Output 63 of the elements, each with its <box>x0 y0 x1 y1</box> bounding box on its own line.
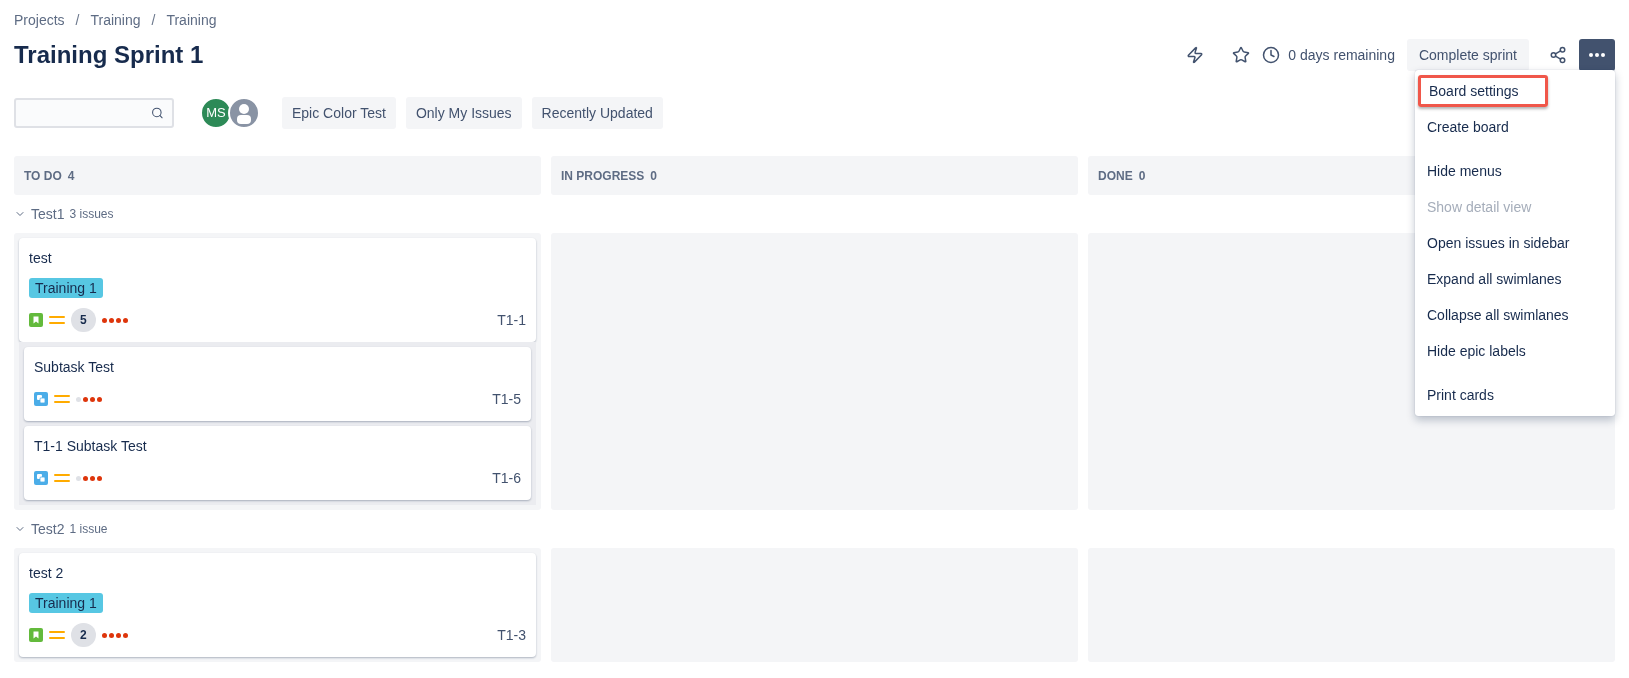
issue-card[interactable]: Subtask Test T1-5 <box>24 347 531 421</box>
priority-medium-icon <box>54 394 70 404</box>
story-icon <box>29 628 43 642</box>
subtask-icon <box>34 392 48 406</box>
breadcrumb-link[interactable]: Projects <box>14 10 65 31</box>
column-name: IN PROGRESS <box>561 167 645 185</box>
menu-item[interactable]: Hide menus <box>1419 155 1611 187</box>
remaining-time: 0 days remaining <box>1288 45 1395 65</box>
share-icon[interactable] <box>1549 46 1567 64</box>
card-title: test 2 <box>29 564 65 583</box>
quick-filter-button[interactable]: Recently Updated <box>531 97 663 129</box>
menu-item[interactable]: Print cards <box>1419 379 1611 411</box>
issue-key[interactable]: T1-5 <box>492 388 521 410</box>
star-icon[interactable] <box>1232 46 1251 64</box>
priority-medium-icon <box>49 315 65 325</box>
more-button[interactable] <box>1579 39 1615 71</box>
menu-item[interactable]: Create board <box>1419 111 1611 143</box>
menu-item[interactable]: Expand all swimlanes <box>1419 263 1611 295</box>
menu-item[interactable]: Collapse all swimlanes <box>1419 299 1611 331</box>
page-title: Training Sprint 1 <box>14 40 204 70</box>
swimlane-count: 1 issue <box>69 521 108 538</box>
issue-card[interactable]: T1-1 Subtask Test T1-6 <box>24 426 531 500</box>
issue-card[interactable]: test 2 Training 1 2 T1-3 <box>19 553 536 657</box>
estimate-badge: 5 <box>71 308 96 332</box>
breadcrumb-separator: / <box>74 11 81 30</box>
menu-item[interactable]: Hide epic labels <box>1419 335 1611 367</box>
estimate-badge: 2 <box>71 623 96 647</box>
priority-medium-icon <box>54 473 70 483</box>
search-icon <box>151 106 164 120</box>
breadcrumb-link[interactable]: Training <box>90 10 141 31</box>
search-field[interactable] <box>14 98 174 128</box>
menu-item[interactable]: Open issues in sidebar <box>1419 227 1611 259</box>
clock-icon <box>1262 46 1281 64</box>
breadcrumb-separator: / <box>150 11 157 30</box>
swimlane-name[interactable]: Test2 <box>31 518 65 540</box>
column-name: TO DO <box>24 167 62 185</box>
user-avatar-silhouette[interactable] <box>228 97 260 129</box>
quick-filter-button[interactable]: Epic Color Test <box>282 97 396 129</box>
issue-key[interactable]: T1-1 <box>497 309 526 331</box>
issue-key[interactable]: T1-3 <box>497 624 526 646</box>
lightning-icon[interactable] <box>1186 46 1205 64</box>
card-title: T1-1 Subtask Test <box>34 437 148 456</box>
story-icon <box>29 313 43 327</box>
column-count: 4 <box>67 167 75 185</box>
priority-medium-icon <box>49 630 65 640</box>
breadcrumb-link[interactable]: Training <box>166 10 217 31</box>
subtask-icon <box>34 471 48 485</box>
column-name: DONE <box>1098 167 1133 185</box>
epic-label: Training 1 <box>29 278 103 298</box>
complete-sprint-button[interactable]: Complete sprint <box>1406 39 1529 71</box>
card-title: test <box>29 249 53 268</box>
column-count: 0 <box>1138 167 1146 185</box>
issue-card[interactable]: test Training 1 5 T1-1 <box>19 238 536 342</box>
card-title: Subtask Test <box>34 358 115 377</box>
menu-item[interactable]: Board settings <box>1418 75 1548 107</box>
user-avatar[interactable]: MS <box>200 97 232 129</box>
epic-label: Training 1 <box>29 593 103 613</box>
swimlane-count: 3 issues <box>69 206 114 223</box>
column-count: 0 <box>650 167 658 185</box>
more-icon <box>1589 53 1605 57</box>
quick-filter-button[interactable]: Only My Issues <box>405 97 522 129</box>
issue-key[interactable]: T1-6 <box>492 467 521 489</box>
swimlane-name[interactable]: Test1 <box>31 203 65 225</box>
